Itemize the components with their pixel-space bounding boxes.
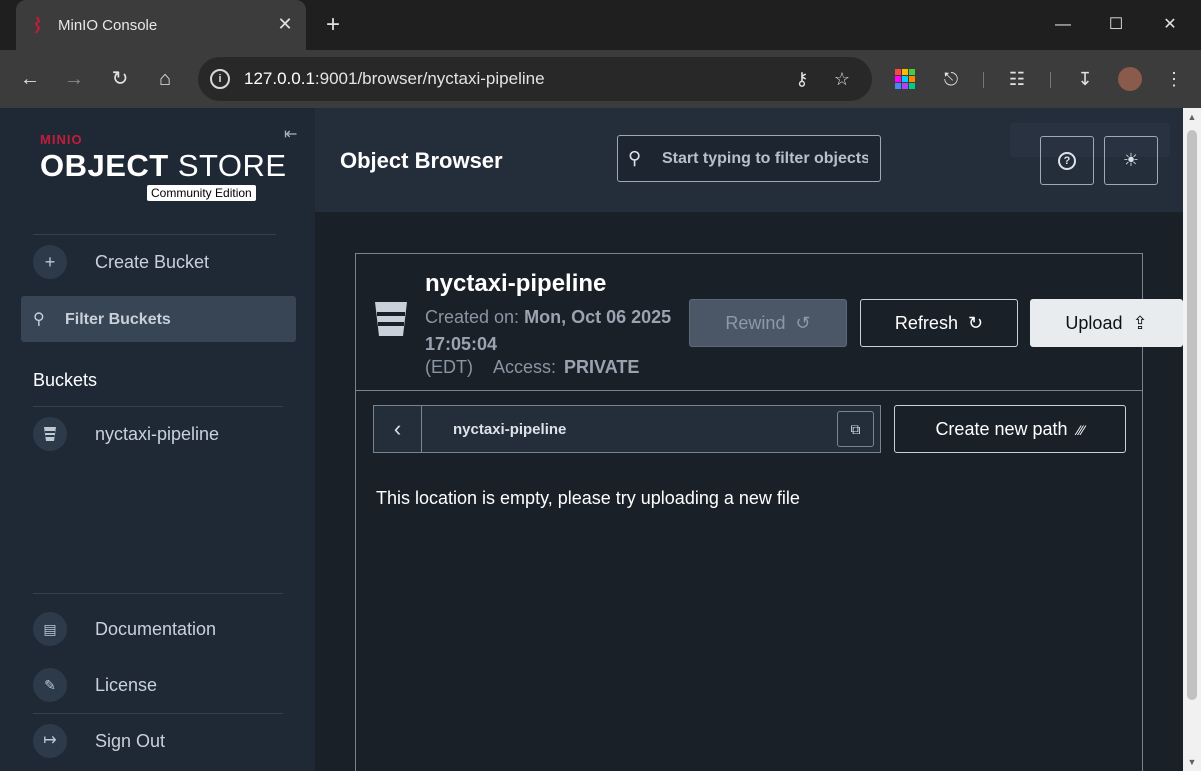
minio-favicon-icon <box>34 16 41 34</box>
profile-avatar[interactable] <box>1116 65 1144 93</box>
window-close-icon[interactable]: ✕ <box>1155 12 1185 38</box>
sidebar-bucket-label: nyctaxi-pipeline <box>95 424 220 444</box>
bucket-info-panel: nyctaxi-pipeline Created on: Mon, Oct 06… <box>355 253 1183 391</box>
timezone-label: (EDT) <box>425 357 473 377</box>
plus-icon: + <box>33 245 67 279</box>
buckets-heading: Buckets <box>33 370 98 390</box>
access-value: PRIVATE <box>564 357 640 377</box>
sign-out-label: Sign Out <box>95 731 166 751</box>
minio-brand-logo: MINIO <box>40 132 83 147</box>
key-icon[interactable]: ⚷ <box>790 67 814 91</box>
copy-path-icon[interactable]: ⧉ <box>837 411 874 447</box>
theme-toggle-button[interactable]: ☀ <box>1104 136 1158 185</box>
bucket-access: (EDT) Access: PRIVATE <box>425 357 639 378</box>
rewind-label: Rewind <box>725 313 786 333</box>
browser-tabstrip: MinIO Console ✕ + — ☐ ✕ <box>0 0 1201 50</box>
search-icon: ⚲ <box>33 311 45 328</box>
product-title-bold: OBJECT <box>40 148 169 183</box>
browser-menu-icon[interactable]: ⋮ <box>1160 65 1188 93</box>
bookmark-star-icon[interactable]: ☆ <box>830 67 854 91</box>
breadcrumb-bucket[interactable]: nyctaxi-pipeline <box>453 421 566 438</box>
page-header: Object Browser ⚲ ? ☀ <box>315 108 1183 212</box>
created-label: Created on: <box>425 307 520 327</box>
access-label: Access: <box>493 357 557 377</box>
home-icon[interactable]: ⌂ <box>151 65 179 93</box>
documentation-icon: ▤ <box>33 612 67 646</box>
help-button[interactable]: ? <box>1040 136 1094 185</box>
upload-label: Upload <box>1065 313 1123 333</box>
empty-state-message: This location is empty, please try uploa… <box>376 488 800 508</box>
sidebar-divider <box>33 713 283 714</box>
create-bucket-label: Create Bucket <box>95 252 210 272</box>
toolbar-divider <box>983 72 984 88</box>
new-path-icon: ⁄⁄⁄ <box>1077 422 1085 438</box>
sun-icon: ☀ <box>1122 150 1140 170</box>
main-content: nyctaxi-pipeline Created on: Mon, Oct 06… <box>315 212 1183 771</box>
bucket-created: Created on: Mon, Oct 06 2025 17:05:04 <box>425 304 695 358</box>
extensions-puzzle-icon[interactable]: ⎋ <box>937 65 965 93</box>
scrollbar-thumb[interactable] <box>1187 130 1197 700</box>
back-arrow-icon[interactable]: ← <box>16 65 44 93</box>
address-bar[interactable]: i 127.0.0.1:9001/browser/nyctaxi-pipelin… <box>198 57 872 101</box>
search-icon: ⚲ <box>628 148 642 168</box>
refresh-button[interactable]: Refresh ↻ <box>860 299 1018 347</box>
url-path: :9001/browser/nyctaxi-pipeline <box>314 69 545 88</box>
documentation-label: Documentation <box>95 619 217 639</box>
bucket-name: nyctaxi-pipeline <box>425 270 607 297</box>
page-title: Object Browser <box>340 148 503 173</box>
product-title-rest: STORE <box>168 148 287 183</box>
object-search-input[interactable] <box>662 147 868 171</box>
download-icon[interactable]: ↧ <box>1071 65 1099 93</box>
browser-toolbar: ← → ↻ ⌂ i 127.0.0.1:9001/browser/nyctaxi… <box>0 50 1201 108</box>
bucket-icon <box>375 302 407 336</box>
new-tab-button[interactable]: + <box>320 12 346 38</box>
reload-icon[interactable]: ↻ <box>106 65 134 93</box>
tab-close-icon[interactable]: ✕ <box>274 13 296 35</box>
url-text[interactable]: 127.0.0.1:9001/browser/nyctaxi-pipeline <box>244 69 545 89</box>
minimize-icon[interactable]: — <box>1048 12 1078 38</box>
browser-tab[interactable]: MinIO Console ✕ <box>16 0 306 50</box>
help-icon: ? <box>1058 152 1076 171</box>
maximize-icon[interactable]: ☐ <box>1101 12 1131 38</box>
sidebar: MINIO OBJECT STORE Community Edition ⇤ +… <box>0 108 315 771</box>
create-new-path-button[interactable]: Create new path ⁄⁄⁄ <box>894 405 1126 453</box>
extension-colorful-icon[interactable] <box>891 65 919 93</box>
collapse-sidebar-icon[interactable]: ⇤ <box>284 124 297 144</box>
site-info-icon[interactable]: i <box>210 69 230 89</box>
url-host: 127.0.0.1 <box>244 69 315 88</box>
objects-panel: ‹ nyctaxi-pipeline ⧉ Create new path ⁄⁄⁄… <box>355 391 1143 771</box>
scroll-down-icon[interactable]: ▼ <box>1187 757 1197 767</box>
tab-title: MinIO Console <box>58 17 158 34</box>
object-search[interactable]: ⚲ <box>617 135 881 182</box>
refresh-icon: ↻ <box>967 313 984 333</box>
scroll-up-icon[interactable]: ▲ <box>1187 112 1197 122</box>
license-icon: ✎ <box>33 668 67 702</box>
rewind-button[interactable]: Rewind ↺ <box>689 299 847 347</box>
forward-arrow-icon[interactable]: → <box>60 65 88 93</box>
bucket-icon <box>33 417 67 451</box>
back-chevron-icon[interactable]: ‹ <box>374 406 422 452</box>
toolbar-divider <box>1050 72 1051 88</box>
refresh-label: Refresh <box>894 313 958 333</box>
sidebar-divider <box>33 406 283 407</box>
sidebar-divider <box>33 593 283 594</box>
breadcrumb: ‹ nyctaxi-pipeline ⧉ <box>373 405 881 453</box>
upload-button[interactable]: Upload ⇪ <box>1030 299 1183 347</box>
tab-search-icon[interactable]: ☷ <box>1003 65 1031 93</box>
license-label: License <box>95 675 158 695</box>
sidebar-divider <box>33 234 276 235</box>
upload-icon: ⇪ <box>1132 313 1148 333</box>
history-icon: ↺ <box>795 313 811 333</box>
page-scrollbar[interactable]: ▲ ▼ <box>1183 108 1201 771</box>
product-title: OBJECT STORE <box>40 148 287 184</box>
edition-badge: Community Edition <box>147 185 256 201</box>
sign-out-icon: ↦ <box>33 724 67 758</box>
create-path-label: Create new path <box>935 419 1068 439</box>
filter-buckets-input[interactable]: ⚲ Filter Buckets <box>21 296 296 342</box>
filter-buckets-placeholder: Filter Buckets <box>65 311 171 328</box>
